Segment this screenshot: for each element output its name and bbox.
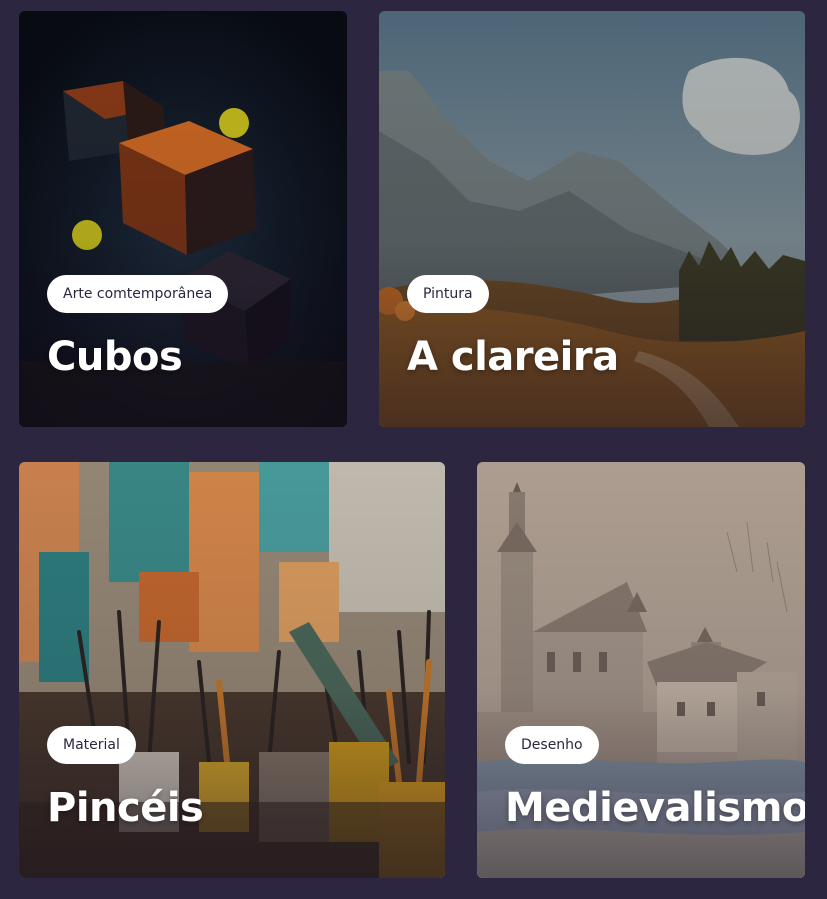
article-card-medievalismo[interactable]: Desenho Medievalismo xyxy=(477,462,805,878)
category-tag[interactable]: Desenho xyxy=(505,726,599,764)
article-card-cubos[interactable]: Arte comtemporânea Cubos xyxy=(19,11,347,427)
card-title[interactable]: Pincéis xyxy=(47,788,204,828)
card-title[interactable]: Medievalismo xyxy=(505,788,805,828)
card-title[interactable]: Cubos xyxy=(47,337,183,377)
article-card-a-clareira[interactable]: Pintura A clareira xyxy=(379,11,805,427)
category-tag[interactable]: Material xyxy=(47,726,136,764)
category-tag[interactable]: Pintura xyxy=(407,275,489,313)
card-title[interactable]: A clareira xyxy=(407,337,619,377)
article-card-pinceis[interactable]: Material Pincéis xyxy=(19,462,445,878)
category-tag[interactable]: Arte comtemporânea xyxy=(47,275,229,313)
